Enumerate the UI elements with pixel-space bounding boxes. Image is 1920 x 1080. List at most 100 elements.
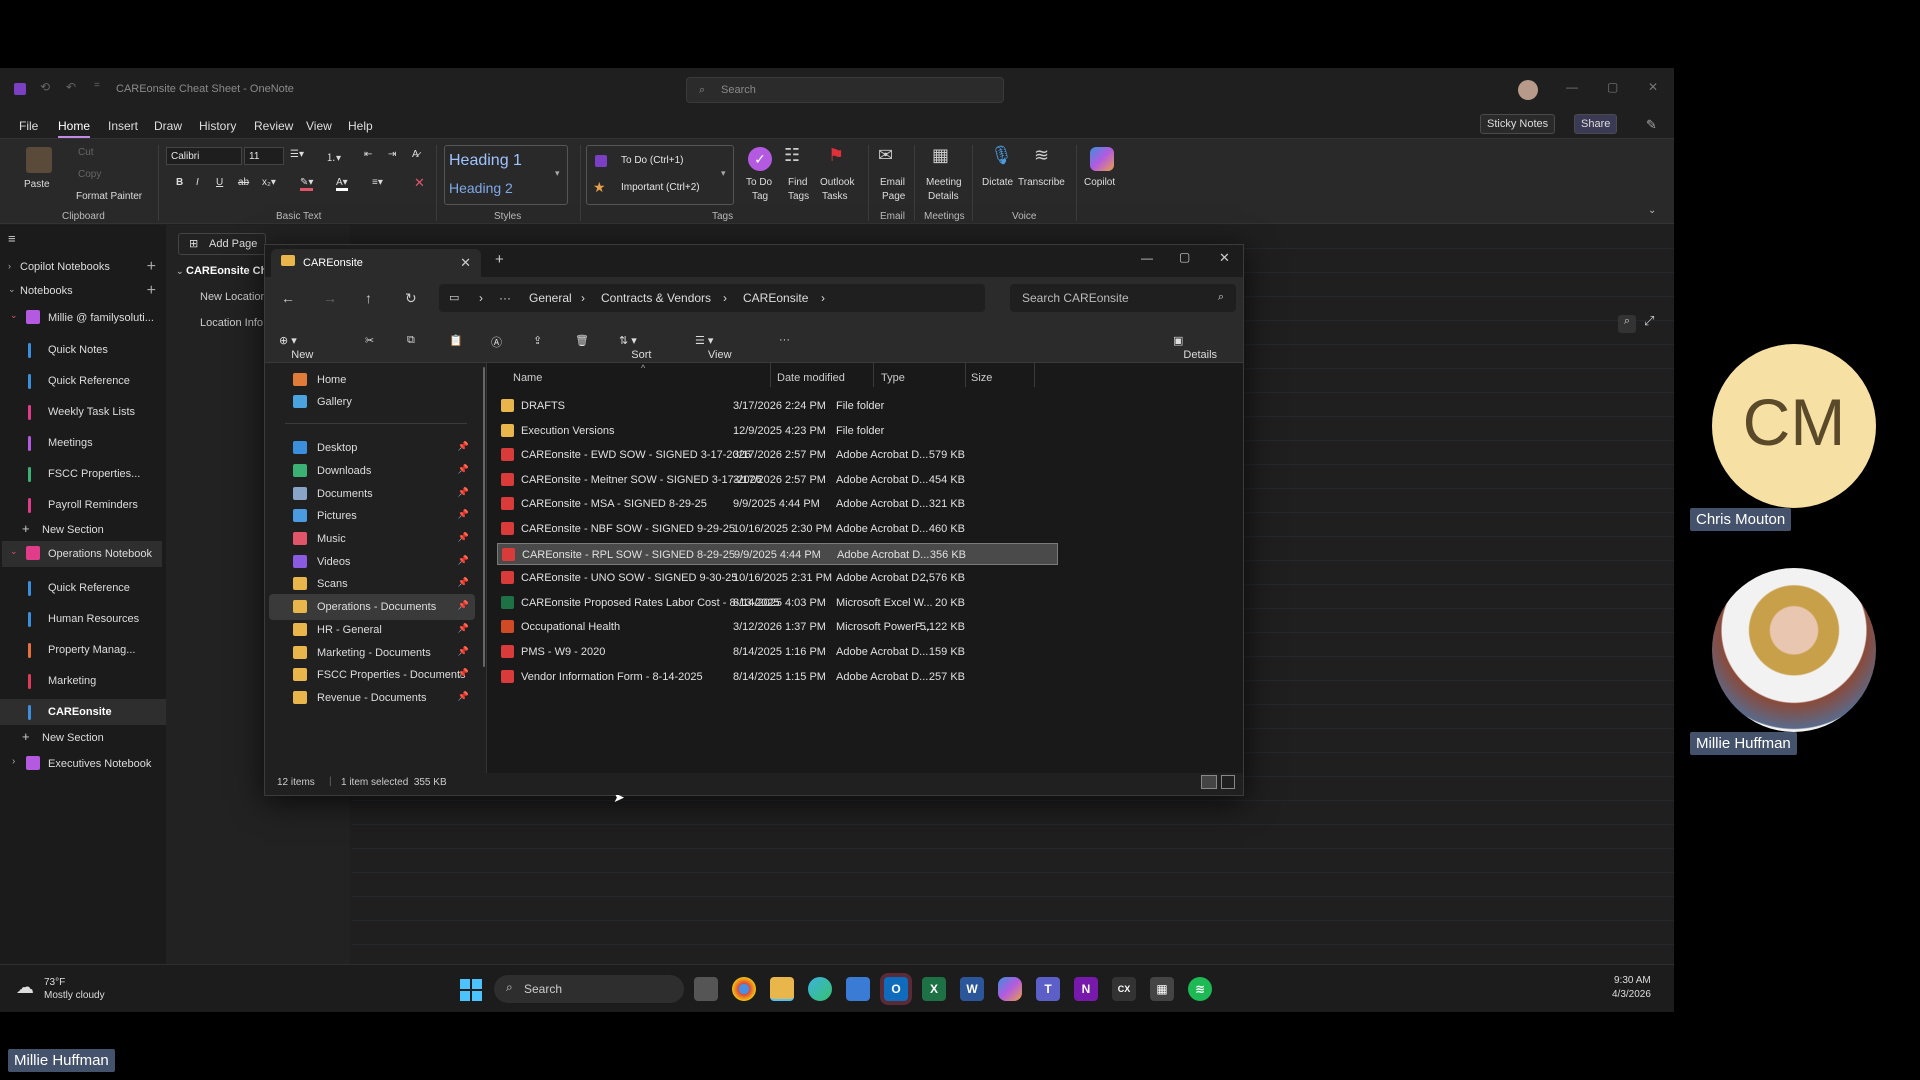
copy-icon[interactable]: ⧉ xyxy=(407,334,415,347)
section-quick-notes[interactable]: Quick Notes xyxy=(0,337,166,363)
tags-expand-icon[interactable]: ▾ xyxy=(721,168,726,179)
expand-icon[interactable]: ⤢ xyxy=(1644,313,1654,329)
microphone-icon[interactable]: 🎙 xyxy=(990,145,1013,166)
app-icon[interactable]: CX xyxy=(1112,977,1136,1001)
todo-tag[interactable]: To Do (Ctrl+1) xyxy=(621,155,684,166)
spotify-icon[interactable]: ≋ xyxy=(1188,977,1212,1001)
notebooks-header[interactable]: ⌄ Notebooks + xyxy=(0,279,166,303)
section-payroll-reminders[interactable]: Payroll Reminders xyxy=(0,492,166,518)
file-row[interactable]: CAREonsite - NBF SOW - SIGNED 9-29-25 10/… xyxy=(497,518,1058,540)
breadcrumb-careonsite[interactable]: CAREonsite xyxy=(743,291,808,305)
dictate-button[interactable]: Dictate xyxy=(982,177,1013,188)
breadcrumb-contracts[interactable]: Contracts & Vendors xyxy=(601,291,711,305)
new-section-button[interactable]: + New Section xyxy=(0,517,166,543)
file-row[interactable]: Execution Versions 12/9/2025 4:23 PM File … xyxy=(497,420,1058,442)
important-tag[interactable]: Important (Ctrl+2) xyxy=(621,182,700,193)
delete-icon[interactable]: 🗑 xyxy=(575,334,589,347)
share-icon[interactable]: ⇪ xyxy=(533,334,542,347)
page-item[interactable]: New Location xyxy=(200,291,267,303)
new-button[interactable]: ⊕ New ▾ xyxy=(279,334,313,361)
find-tags-button[interactable]: Find xyxy=(788,177,807,188)
breadcrumb-general[interactable]: General xyxy=(529,291,572,305)
column-separator[interactable] xyxy=(873,363,874,387)
add-icon[interactable]: + xyxy=(147,258,156,276)
edge-icon[interactable] xyxy=(808,977,832,1001)
column-type[interactable]: Type xyxy=(881,372,905,384)
paste-button[interactable]: Paste xyxy=(24,179,50,190)
cut-icon[interactable]: ✂ xyxy=(365,334,374,347)
bold-icon[interactable]: B xyxy=(176,177,183,188)
excel-icon[interactable]: X xyxy=(922,977,946,1001)
font-color-icon[interactable]: A▾ xyxy=(336,177,348,191)
more-options-icon[interactable]: ··· xyxy=(779,334,790,346)
column-name[interactable]: Name xyxy=(513,372,542,384)
new-section-button[interactable]: + New Section xyxy=(0,725,166,751)
file-row[interactable]: Occupational Health 3/12/2026 1:37 PM Micr… xyxy=(497,616,1058,638)
todo-tag-button[interactable]: To Do xyxy=(746,177,772,188)
menu-home[interactable]: Home xyxy=(58,119,91,138)
column-separator[interactable] xyxy=(770,363,771,387)
bullets-icon[interactable]: ☰▾ xyxy=(290,149,304,160)
copilot-icon[interactable] xyxy=(998,977,1022,1001)
email-page-icon[interactable]: ✉ xyxy=(878,145,893,166)
file-row[interactable]: CAREonsite - RPL SOW - SIGNED 8-29-25 9/9… xyxy=(497,542,1058,565)
transcribe-icon[interactable]: ≋ xyxy=(1034,145,1049,166)
file-row[interactable]: CAREonsite Proposed Rates Labor Cost - 8… xyxy=(497,592,1058,614)
file-row[interactable]: CAREonsite - MSA - SIGNED 8-29-25 9/9/202… xyxy=(497,493,1058,515)
menu-view[interactable]: View xyxy=(306,119,332,133)
participant-avatar-cm[interactable]: CM xyxy=(1712,344,1876,508)
heading2-style[interactable]: Heading 2 xyxy=(449,180,513,196)
file-row[interactable]: CAREonsite - EWD SOW - SIGNED 3-17-2026 3… xyxy=(497,444,1058,466)
back-icon[interactable]: ⟲ xyxy=(40,80,50,94)
sidebar-item[interactable]: Revenue - Documents 📌 xyxy=(269,685,475,711)
file-explorer-icon[interactable] xyxy=(770,977,794,1001)
strikethrough-icon[interactable]: ab xyxy=(238,177,249,188)
refresh-icon[interactable]: ↻ xyxy=(405,290,417,307)
minimize-icon[interactable]: — xyxy=(1141,251,1153,265)
chrome-icon[interactable] xyxy=(732,977,756,1001)
page-item[interactable]: Location Info xyxy=(200,317,263,329)
clock-time[interactable]: 9:30 AM xyxy=(1614,975,1651,986)
back-icon[interactable]: ← xyxy=(281,290,295,306)
view-button[interactable]: ☰ View ▾ xyxy=(695,334,732,361)
taskbar-search-input[interactable]: ⌕ Search xyxy=(494,975,684,1003)
delete-icon[interactable]: ✕ xyxy=(414,175,425,191)
copilot-button[interactable]: Copilot xyxy=(1084,177,1115,188)
teams-icon[interactable]: T xyxy=(1036,977,1060,1001)
align-icon[interactable]: ≡▾ xyxy=(372,177,383,188)
hamburger-icon[interactable]: ≡ xyxy=(8,231,16,246)
file-row[interactable]: PMS - W9 - 2020 8/14/2025 1:16 PM Adobe Ac… xyxy=(497,641,1058,663)
find-tags-icon[interactable]: ☷ xyxy=(784,145,800,166)
search-page-icon[interactable]: ⌕ xyxy=(1618,315,1636,333)
column-size[interactable]: Size xyxy=(971,372,992,384)
list-view-icon[interactable] xyxy=(1201,775,1217,789)
italic-icon[interactable]: I xyxy=(196,177,199,188)
styles-expand-icon[interactable]: ▾ xyxy=(555,168,560,179)
section-meetings[interactable]: Meetings xyxy=(0,430,166,456)
forward-icon[interactable]: → xyxy=(323,290,337,306)
font-select[interactable]: Calibri xyxy=(166,147,242,165)
column-date[interactable]: Date modified xyxy=(777,372,845,384)
section-fscc-properties[interactable]: FSCC Properties... xyxy=(0,461,166,487)
sidebar-item[interactable]: Gallery xyxy=(269,389,475,415)
close-tab-icon[interactable]: ✕ xyxy=(460,255,471,271)
file-row[interactable]: DRAFTS 3/17/2026 2:24 PM File folder xyxy=(497,395,1058,417)
notebook-operations[interactable]: ⌄ Operations Notebook xyxy=(2,541,162,567)
column-separator[interactable] xyxy=(1034,363,1035,387)
transcribe-button[interactable]: Transcribe xyxy=(1018,177,1065,188)
share-button[interactable]: Share xyxy=(1574,114,1618,134)
rename-icon[interactable]: Ⓐ xyxy=(491,334,502,350)
weather-icon[interactable]: ☁ xyxy=(16,977,34,998)
meeting-details-button[interactable]: Meeting xyxy=(926,177,962,188)
cut-button[interactable]: Cut xyxy=(78,147,94,158)
notebook-executives[interactable]: › Executives Notebook xyxy=(2,751,162,777)
add-icon[interactable]: + xyxy=(147,282,156,300)
underline-icon[interactable]: U xyxy=(216,177,223,188)
file-row[interactable]: CAREonsite - UNO SOW - SIGNED 9-30-25 10/… xyxy=(497,567,1058,589)
breadcrumb[interactable]: ▭ › ··· General › Contracts & Vendors › … xyxy=(439,284,985,312)
maximize-icon[interactable]: ▢ xyxy=(1179,250,1190,264)
close-icon[interactable]: ✕ xyxy=(1219,250,1230,266)
minimize-icon[interactable]: — xyxy=(1566,80,1578,94)
quick-access-icon[interactable]: = xyxy=(94,80,100,91)
paste-icon[interactable] xyxy=(26,147,52,173)
